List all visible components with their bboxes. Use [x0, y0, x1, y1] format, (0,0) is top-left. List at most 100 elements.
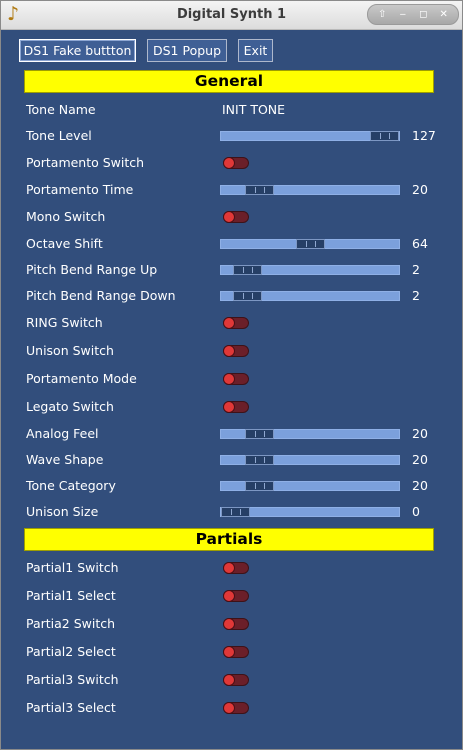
section-header-partials: Partials: [24, 528, 434, 551]
toggle-knob: [223, 401, 235, 413]
param-row-octave-shift: Octave Shift 64: [1, 233, 462, 255]
param-label: Pitch Bend Range Down: [26, 288, 176, 303]
toggle-knob: [223, 373, 235, 385]
unison-switch-toggle[interactable]: [223, 345, 249, 357]
tone-category-value: 20: [412, 478, 428, 493]
partial3-select-toggle[interactable]: [223, 702, 249, 714]
param-row-pitch-bend-range-down: Pitch Bend Range Down 2: [1, 285, 462, 307]
mono-switch-toggle[interactable]: [223, 211, 249, 223]
partial1-switch-toggle[interactable]: [223, 562, 249, 574]
param-label: Tone Level: [26, 128, 92, 143]
param-label: Unison Switch: [26, 343, 114, 358]
portamento-time-slider[interactable]: [220, 185, 400, 195]
toggle-knob: [223, 562, 235, 574]
pitch-bend-range-up-slider[interactable]: [220, 265, 400, 275]
unison-size-slider[interactable]: [220, 507, 400, 517]
param-label: Partia2 Switch: [26, 616, 116, 631]
param-label: Analog Feel: [26, 426, 99, 441]
close-icon[interactable]: ✕: [436, 7, 452, 23]
param-label: Partial3 Select: [26, 700, 116, 715]
param-label: Tone Name: [26, 102, 96, 117]
param-label: RING Switch: [26, 315, 103, 330]
tone-level-slider-thumb[interactable]: [370, 131, 399, 141]
unison-size-value: 0: [412, 504, 420, 519]
param-row-pitch-bend-range-up: Pitch Bend Range Up 2: [1, 259, 462, 281]
param-row-wave-shape: Wave Shape 20: [1, 449, 462, 471]
param-row-partial2-select: Partial2 Select: [1, 641, 462, 663]
analog-feel-slider-thumb[interactable]: [245, 429, 274, 439]
param-label: Mono Switch: [26, 209, 106, 224]
param-row-partia2-switch: Partia2 Switch: [1, 613, 462, 635]
toggle-knob: [223, 702, 235, 714]
param-row-tone-name: Tone Name INIT TONE: [1, 99, 462, 121]
app-window: ♪ Digital Synth 1 ⇧ ‒ ◻ ✕ DS1 Fake buttt…: [0, 0, 463, 750]
shade-up-icon[interactable]: ⇧: [374, 7, 390, 23]
param-label: Tone Category: [26, 478, 116, 493]
param-row-partial3-switch: Partial3 Switch: [1, 669, 462, 691]
toggle-knob: [223, 618, 235, 630]
param-row-tone-level: Tone Level 127: [1, 125, 462, 147]
tone-level-slider[interactable]: [220, 131, 400, 141]
ds1-popup-button[interactable]: DS1 Popup: [147, 39, 227, 62]
param-row-portamento-switch: Portamento Switch: [1, 152, 462, 174]
toggle-knob: [223, 157, 235, 169]
portamento-switch-toggle[interactable]: [223, 157, 249, 169]
partial2-select-toggle[interactable]: [223, 646, 249, 658]
wave-shape-slider-thumb[interactable]: [245, 455, 274, 465]
param-label: Unison Size: [26, 504, 99, 519]
pitch-bend-range-down-slider[interactable]: [220, 291, 400, 301]
ring-switch-toggle[interactable]: [223, 317, 249, 329]
pitch-bend-range-up-value: 2: [412, 262, 420, 277]
maximize-icon[interactable]: ◻: [415, 7, 431, 23]
partia2-switch-toggle[interactable]: [223, 618, 249, 630]
param-row-tone-category: Tone Category 20: [1, 475, 462, 497]
param-row-portamento-mode: Portamento Mode: [1, 368, 462, 390]
param-label: Partial1 Switch: [26, 560, 119, 575]
param-row-partial1-select: Partial1 Select: [1, 585, 462, 607]
octave-shift-value: 64: [412, 236, 428, 251]
title-bar[interactable]: ♪ Digital Synth 1 ⇧ ‒ ◻ ✕: [1, 1, 462, 30]
param-row-partial1-switch: Partial1 Switch: [1, 557, 462, 579]
param-row-partial3-select: Partial3 Select: [1, 697, 462, 719]
legato-switch-toggle[interactable]: [223, 401, 249, 413]
minimize-icon[interactable]: ‒: [395, 7, 411, 23]
analog-feel-value: 20: [412, 426, 428, 441]
param-row-legato-switch: Legato Switch: [1, 396, 462, 418]
toggle-knob: [223, 646, 235, 658]
tone-category-slider[interactable]: [220, 481, 400, 491]
param-label: Portamento Time: [26, 182, 134, 197]
portamento-mode-toggle[interactable]: [223, 373, 249, 385]
param-label: Pitch Bend Range Up: [26, 262, 158, 277]
param-label: Wave Shape: [26, 452, 104, 467]
ds1-fake-button[interactable]: DS1 Fake buttton: [19, 39, 136, 62]
tone-name-value[interactable]: INIT TONE: [222, 99, 285, 121]
wave-shape-slider[interactable]: [220, 455, 400, 465]
pitch-bend-range-up-slider-thumb[interactable]: [233, 265, 262, 275]
analog-feel-slider[interactable]: [220, 429, 400, 439]
wave-shape-value: 20: [412, 452, 428, 467]
unison-size-slider-thumb[interactable]: [221, 507, 250, 517]
tone-category-slider-thumb[interactable]: [245, 481, 274, 491]
toggle-knob: [223, 345, 235, 357]
tone-level-value: 127: [412, 128, 436, 143]
octave-shift-slider[interactable]: [220, 239, 400, 249]
portamento-time-value: 20: [412, 182, 428, 197]
toggle-knob: [223, 211, 235, 223]
param-label: Portamento Switch: [26, 155, 145, 170]
portamento-time-slider-thumb[interactable]: [245, 185, 274, 195]
param-row-mono-switch: Mono Switch: [1, 206, 462, 228]
partial1-select-toggle[interactable]: [223, 590, 249, 602]
partial3-switch-toggle[interactable]: [223, 674, 249, 686]
toggle-knob: [223, 590, 235, 602]
octave-shift-slider-thumb[interactable]: [296, 239, 325, 249]
toggle-knob: [223, 674, 235, 686]
toggle-knob: [223, 317, 235, 329]
exit-button[interactable]: Exit: [238, 39, 273, 62]
param-row-ring-switch: RING Switch: [1, 312, 462, 334]
pitch-bend-range-down-slider-thumb[interactable]: [233, 291, 262, 301]
window-controls: ⇧ ‒ ◻ ✕: [367, 4, 459, 25]
param-label: Partial1 Select: [26, 588, 116, 603]
param-row-portamento-time: Portamento Time 20: [1, 179, 462, 201]
param-label: Octave Shift: [26, 236, 103, 251]
section-header-general: General: [24, 70, 434, 93]
